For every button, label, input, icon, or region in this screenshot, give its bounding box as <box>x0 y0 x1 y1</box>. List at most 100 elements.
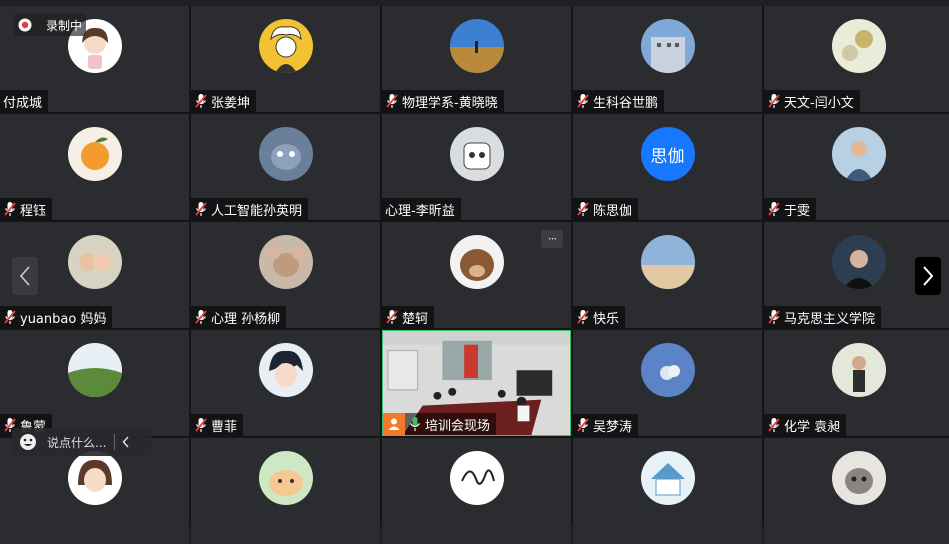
participant-name-bar: 付成城 <box>0 90 49 112</box>
next-page-button[interactable] <box>915 257 941 295</box>
participant-avatar <box>258 235 313 289</box>
recording-indicator: 录制中 <box>14 14 87 36</box>
avatar-initials: 思伽 <box>650 146 685 167</box>
participant-name: 付成城 <box>3 95 43 111</box>
mic-muted-icon <box>576 309 590 325</box>
participant-tile[interactable]: 心理-李昕益 <box>382 114 571 220</box>
person-icon <box>388 418 400 430</box>
participant-avatar <box>449 235 504 289</box>
participant-tile[interactable]: 化学 袁昶 <box>764 330 949 436</box>
mic-muted-icon <box>385 93 399 109</box>
chevron-left-icon <box>19 266 30 286</box>
participant-name: 吴梦涛 <box>593 419 633 435</box>
participant-avatar <box>67 451 122 505</box>
mic-muted-icon <box>576 93 590 109</box>
participant-name-bar: 生科谷世鹏 <box>573 90 665 112</box>
participant-name: 心理 孙杨柳 <box>211 311 281 327</box>
participant-tile[interactable]: 曹菲 <box>191 330 380 436</box>
participant-tile[interactable]: 于雯 <box>764 114 949 220</box>
participant-name-bar: yuanbao 妈妈 <box>0 306 113 328</box>
participant-avatar <box>449 451 504 505</box>
participant-avatar <box>258 19 313 73</box>
mic-muted-icon <box>576 201 590 217</box>
mic-muted-icon <box>194 417 208 433</box>
participant-avatar <box>640 235 695 289</box>
chat-divider <box>114 434 116 450</box>
participant-tile[interactable]: 程钰 <box>0 114 189 220</box>
participant-tile[interactable] <box>573 438 762 544</box>
mic-muted-icon <box>194 93 208 109</box>
host-badge <box>383 413 405 435</box>
emoji-icon[interactable] <box>19 433 37 451</box>
participant-avatar <box>67 127 122 181</box>
participant-tile[interactable]: 物理学系-黄晓晓 <box>382 6 571 112</box>
participant-avatar <box>831 343 886 397</box>
participant-name: 楚轲 <box>402 311 429 327</box>
participant-tile[interactable]: 吴梦涛 <box>573 330 762 436</box>
mic-muted-icon <box>767 93 781 109</box>
participant-name-bar: 张姜坤 <box>191 90 257 112</box>
participant-avatar <box>449 127 504 181</box>
participant-name-bar: 人工智能孙英明 <box>191 198 309 220</box>
participant-tile[interactable] <box>764 438 949 544</box>
mic-muted-icon <box>3 309 17 325</box>
participant-name: 心理-李昕益 <box>385 203 455 219</box>
participant-avatar <box>258 127 313 181</box>
participant-tile[interactable]: ··· 楚轲 <box>382 222 571 328</box>
participant-tile[interactable]: 人工智能孙英明 <box>191 114 380 220</box>
participant-avatar <box>67 343 122 397</box>
recording-label: 录制中 <box>46 18 83 33</box>
participant-name: 天文-闫小文 <box>784 95 854 111</box>
mic-on-icon <box>408 416 422 432</box>
mic-muted-icon <box>194 309 208 325</box>
participant-name: 于雯 <box>784 203 811 219</box>
participant-name-bar: 天文-闫小文 <box>764 90 860 112</box>
participant-avatar <box>831 127 886 181</box>
participant-name: 张姜坤 <box>211 95 251 111</box>
participant-tile[interactable]: 心理 孙杨柳 <box>191 222 380 328</box>
mic-muted-icon <box>576 417 590 433</box>
participant-tile[interactable]: 鲁蒙 <box>0 330 189 436</box>
participant-tile[interactable]: 快乐 <box>573 222 762 328</box>
participant-name: 程钰 <box>20 203 47 219</box>
participant-name: 陈思伽 <box>593 203 633 219</box>
participant-name: 化学 袁昶 <box>784 419 841 435</box>
participant-name-bar: 物理学系-黄晓晓 <box>382 90 504 112</box>
participant-name-bar: 培训会现场 <box>405 413 497 435</box>
participant-name: 生科谷世鹏 <box>593 95 659 111</box>
participant-name-bar: 吴梦涛 <box>573 414 639 436</box>
mic-muted-icon <box>194 201 208 217</box>
participant-name-bar: 楚轲 <box>382 306 435 328</box>
participant-avatar <box>640 343 695 397</box>
collapse-chat-icon[interactable] <box>122 436 130 448</box>
chat-input-bar[interactable]: 说点什么... <box>12 428 151 456</box>
participant-tile[interactable]: 思伽陈思伽 <box>573 114 762 220</box>
participant-avatar <box>449 19 504 73</box>
participant-name: 人工智能孙英明 <box>211 203 303 219</box>
participant-tile[interactable] <box>382 438 571 544</box>
prev-page-button[interactable] <box>12 257 38 295</box>
record-icon <box>18 18 32 32</box>
participant-name-bar: 于雯 <box>764 198 817 220</box>
participant-name: 曹菲 <box>211 419 238 435</box>
participant-video-tile[interactable]: 培训会现场 <box>382 330 571 436</box>
participant-name: 培训会现场 <box>425 418 491 434</box>
participant-avatar <box>640 19 695 73</box>
participant-avatar <box>831 235 886 289</box>
participant-name-bar: 程钰 <box>0 198 53 220</box>
participant-tile[interactable]: 张姜坤 <box>191 6 380 112</box>
participant-tile[interactable] <box>191 438 380 544</box>
participant-tile[interactable]: 天文-闫小文 <box>764 6 949 112</box>
mic-muted-icon <box>385 309 399 325</box>
participant-name: 马克思主义学院 <box>784 311 876 327</box>
chat-placeholder[interactable]: 说点什么... <box>47 434 106 451</box>
participant-avatar <box>258 451 313 505</box>
more-options-button[interactable]: ··· <box>541 230 563 248</box>
mic-muted-icon <box>767 201 781 217</box>
chevron-right-icon <box>923 266 934 286</box>
participant-avatar: 思伽 <box>640 127 695 181</box>
participant-name-bar: 马克思主义学院 <box>764 306 882 328</box>
participant-avatar <box>831 451 886 505</box>
participant-avatar <box>67 235 122 289</box>
participant-tile[interactable]: 生科谷世鹏 <box>573 6 762 112</box>
